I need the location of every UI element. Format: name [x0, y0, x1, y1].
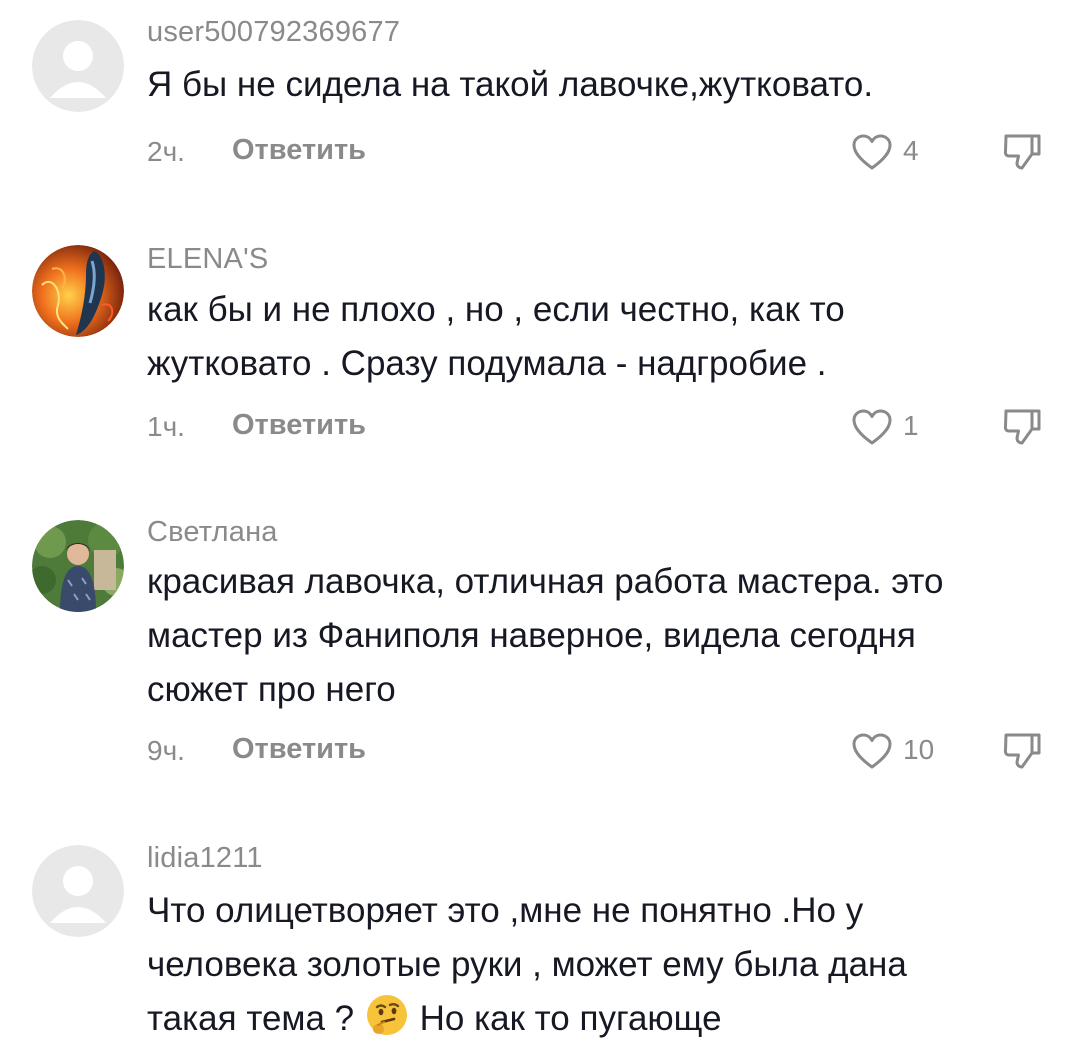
- comment-username[interactable]: Светлана: [147, 516, 278, 549]
- comment-username[interactable]: ELENA'S: [147, 243, 268, 276]
- avatar-default[interactable]: [32, 20, 124, 112]
- thinking-face-icon: [364, 992, 410, 1038]
- avatar-elenas[interactable]: [32, 245, 124, 337]
- comment-actions: 2ч. Ответить 4: [0, 128, 1080, 178]
- comment-text-line: как бы и не плохо , но , если честно, ка…: [147, 290, 845, 329]
- heart-outline-icon[interactable]: [850, 407, 894, 447]
- comment-text-line: сюжет про него: [147, 670, 396, 709]
- comment-text-line: жутковато . Сразу подумала - надгробие .: [147, 344, 827, 383]
- thumbs-down-outline-icon[interactable]: [1000, 405, 1044, 449]
- comment-text-line: красивая лавочка, отличная работа мастер…: [147, 562, 944, 601]
- avatar-default[interactable]: [32, 845, 124, 937]
- comment-text: красивая лавочка, отличная работа мастер…: [147, 555, 1057, 717]
- reply-button[interactable]: Ответить: [232, 409, 366, 442]
- thumbs-down-outline-icon[interactable]: [1000, 729, 1044, 773]
- comment-text: как бы и не плохо , но , если честно, ка…: [147, 283, 1057, 391]
- comment-text-line: Что олицетворяет это ,мне не понятно .Но…: [147, 891, 864, 930]
- comment-text: Что олицетворяет это ,мне не понятно .Но…: [147, 884, 1057, 1046]
- comment-username[interactable]: user500792369677: [147, 16, 400, 49]
- comment-text-line: человека золотые руки , может ему была д…: [147, 945, 907, 984]
- comment-time: 2ч.: [147, 136, 185, 167]
- comment-text-line: Я бы не сидела на такой лавочке,жутковат…: [147, 65, 874, 104]
- thumbs-down-outline-icon[interactable]: [1000, 130, 1044, 174]
- reply-button[interactable]: Ответить: [232, 733, 366, 766]
- heart-outline-icon[interactable]: [850, 731, 894, 771]
- like-count: 10: [903, 734, 935, 765]
- comment-time: 1ч.: [147, 411, 185, 442]
- comment-username[interactable]: lidia1211: [147, 842, 263, 875]
- comment-text-line: мастер из Фаниполя наверное, видела сего…: [147, 616, 916, 655]
- like-count: 1: [903, 410, 919, 441]
- reply-button[interactable]: Ответить: [232, 134, 366, 167]
- avatar-svetlana[interactable]: [32, 520, 124, 612]
- comment-time: 9ч.: [147, 735, 185, 766]
- comment-actions: 1ч. Ответить 1: [0, 403, 1080, 453]
- comment-actions: 9ч. Ответить 10: [0, 727, 1080, 777]
- comment-text: Я бы не сидела на такой лавочке,жутковат…: [147, 58, 1057, 112]
- comment-text-segment: такая тема ?: [147, 999, 355, 1038]
- like-count: 4: [903, 135, 919, 166]
- comment-text-segment: Но как то пугающе: [419, 999, 722, 1038]
- heart-outline-icon[interactable]: [850, 132, 894, 172]
- comment-text-line: такая тема ? Но как то пугающе: [147, 992, 1057, 1046]
